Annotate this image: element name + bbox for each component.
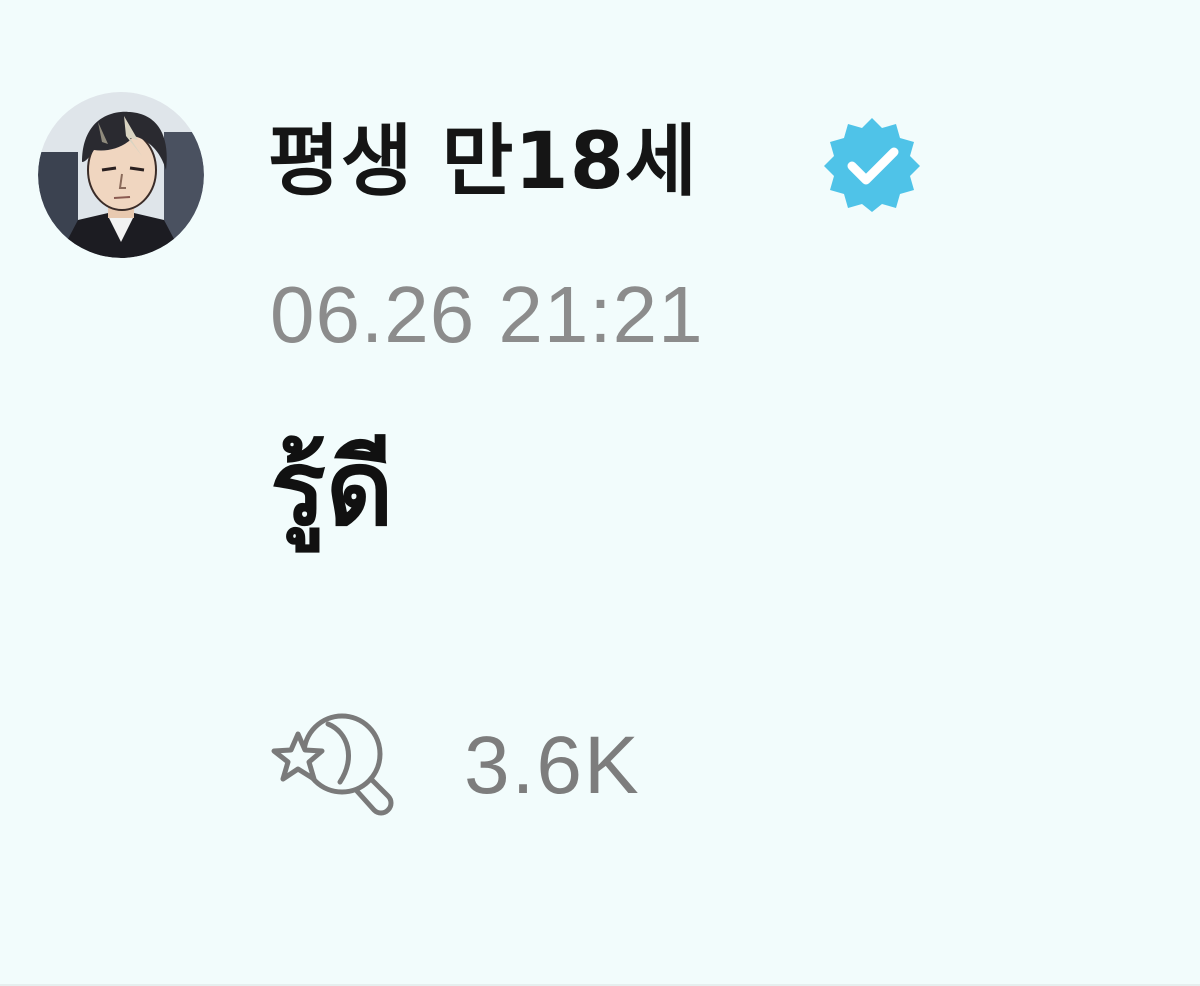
moon-star-lightstick-icon [271, 713, 394, 816]
avatar-illustration [38, 92, 204, 258]
author-name[interactable]: 평생 만18세 [268, 100, 698, 210]
avatar[interactable] [38, 92, 204, 258]
post-timestamp: 06.26 21:21 [270, 270, 704, 359]
reaction-button[interactable]: 3.6K [268, 706, 641, 826]
verified-badge-icon [822, 114, 922, 214]
post-card: 평생 만18세 06.26 21:21 รู้ดี 3.6K [0, 0, 1200, 986]
reaction-count: 3.6K [464, 720, 641, 811]
post-message: รู้ดี [270, 426, 394, 549]
